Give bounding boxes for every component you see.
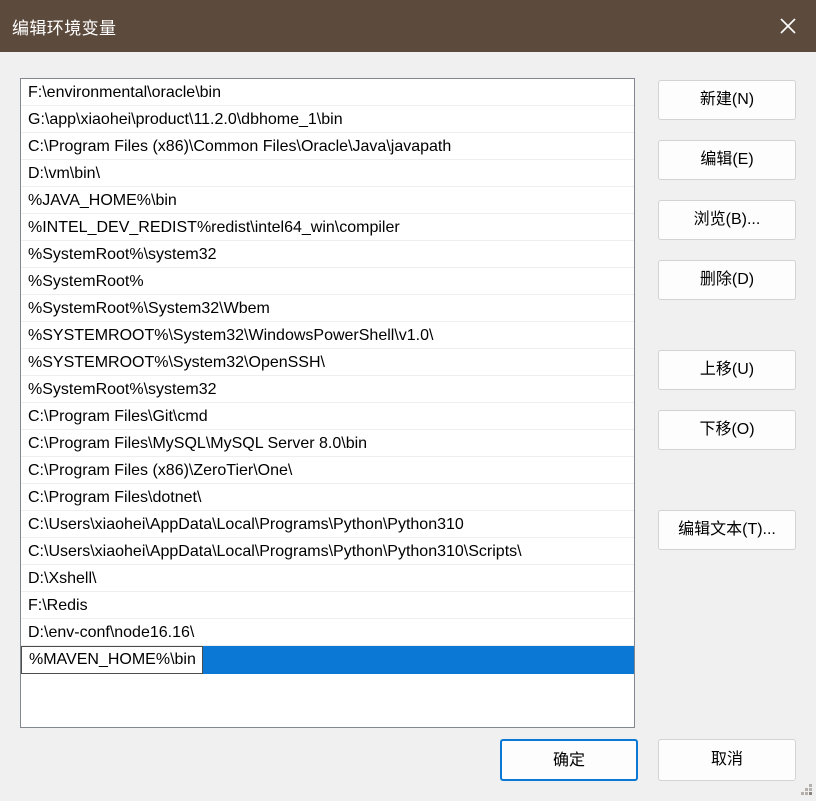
- list-item[interactable]: C:\Users\xiaohei\AppData\Local\Programs\…: [21, 511, 634, 538]
- list-item[interactable]: C:\Users\xiaohei\AppData\Local\Programs\…: [21, 538, 634, 565]
- list-item[interactable]: %JAVA_HOME%\bin: [21, 187, 634, 214]
- list-item[interactable]: F:\environmental\oracle\bin: [21, 79, 634, 106]
- list-item[interactable]: C:\Program Files\MySQL\MySQL Server 8.0\…: [21, 430, 634, 457]
- list-item[interactable]: C:\Program Files\dotnet\: [21, 484, 634, 511]
- list-item[interactable]: D:\Xshell\: [21, 565, 634, 592]
- edit-text-button[interactable]: 编辑文本(T)...: [658, 510, 796, 550]
- dialog-action-buttons: 确定 取消: [500, 739, 796, 781]
- inline-edit-input[interactable]: %MAVEN_HOME%\bin: [21, 646, 203, 674]
- list-item[interactable]: %SystemRoot%\system32: [21, 241, 634, 268]
- edit-environment-variable-dialog: 编辑环境变量 F:\environmental\oracle\bin G:\app…: [0, 0, 816, 799]
- list-item[interactable]: C:\Program Files (x86)\Common Files\Orac…: [21, 133, 634, 160]
- dialog-body: F:\environmental\oracle\bin G:\app\xiaohe…: [0, 52, 816, 799]
- edit-button[interactable]: 编辑(E): [658, 140, 796, 180]
- move-down-button[interactable]: 下移(O): [658, 410, 796, 450]
- list-item[interactable]: %SystemRoot%: [21, 268, 634, 295]
- list-item[interactable]: %SYSTEMROOT%\System32\WindowsPowerShell\…: [21, 322, 634, 349]
- close-icon: [779, 17, 797, 35]
- new-button[interactable]: 新建(N): [658, 80, 796, 120]
- path-list: F:\environmental\oracle\bin G:\app\xiaohe…: [21, 79, 634, 727]
- list-item[interactable]: %SystemRoot%\System32\Wbem: [21, 295, 634, 322]
- move-up-button[interactable]: 上移(U): [658, 350, 796, 390]
- ok-button[interactable]: 确定: [500, 739, 638, 781]
- delete-button[interactable]: 删除(D): [658, 260, 796, 300]
- resize-grip-icon[interactable]: [799, 782, 813, 796]
- titlebar: 编辑环境变量: [0, 0, 816, 52]
- browse-button[interactable]: 浏览(B)...: [658, 200, 796, 240]
- path-listbox[interactable]: F:\environmental\oracle\bin G:\app\xiaohe…: [20, 78, 635, 728]
- list-item[interactable]: D:\vm\bin\: [21, 160, 634, 187]
- list-item[interactable]: C:\Program Files (x86)\ZeroTier\One\: [21, 457, 634, 484]
- list-item[interactable]: F:\Redis: [21, 592, 634, 619]
- window-title: 编辑环境变量: [12, 18, 117, 38]
- list-item-editing[interactable]: %MAVEN_HOME%\bin: [21, 646, 634, 674]
- list-item[interactable]: %SYSTEMROOT%\System32\OpenSSH\: [21, 349, 634, 376]
- side-button-group: 新建(N) 编辑(E) 浏览(B)... 删除(D) 上移(U) 下移(O) 编辑文本(T)…: [658, 80, 796, 550]
- list-item[interactable]: C:\Program Files\Git\cmd: [21, 403, 634, 430]
- list-item[interactable]: D:\env-conf\node16.16\: [21, 619, 634, 646]
- cancel-button[interactable]: 取消: [658, 739, 796, 781]
- list-item[interactable]: G:\app\xiaohei\product\11.2.0\dbhome_1\b…: [21, 106, 634, 133]
- close-button[interactable]: [760, 0, 816, 52]
- list-item[interactable]: %SystemRoot%\system32: [21, 376, 634, 403]
- list-item[interactable]: %INTEL_DEV_REDIST%redist\intel64_win\com…: [21, 214, 634, 241]
